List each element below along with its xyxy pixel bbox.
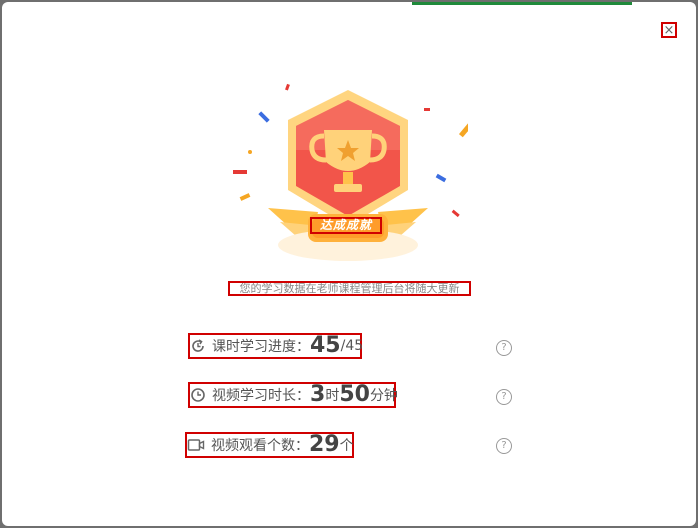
stat-value: 45 (310, 333, 341, 358)
stat-label: 视频学习时长： (212, 388, 310, 404)
video-icon (187, 436, 205, 454)
trophy-badge-icon (233, 83, 468, 261)
stat-row-video-duration: 视频学习时长： 3 时 50 分钟 (188, 382, 398, 408)
progress-icon (190, 337, 206, 355)
help-icon[interactable]: ? (496, 340, 512, 356)
close-icon: × (663, 22, 675, 38)
help-icon[interactable]: ? (496, 438, 512, 454)
stat-hours: 3 (310, 382, 326, 407)
close-button[interactable]: × (661, 22, 677, 38)
help-icon[interactable]: ? (496, 389, 512, 405)
achievement-badge-label: 达成成就 (310, 217, 382, 234)
stat-minutes: 50 (339, 382, 370, 407)
stat-row-video-count: 视频观看个数： 29 个 (185, 432, 354, 458)
stat-minutes-unit: 分钟 (369, 388, 398, 404)
top-accent-bar (412, 2, 632, 5)
clock-icon (190, 386, 206, 404)
stat-value: 29 (309, 432, 340, 457)
data-update-notice: 您的学习数据在老师课程管理后台将随大更新 (228, 281, 471, 296)
stat-label: 课时学习进度： (212, 339, 310, 355)
stat-label: 视频观看个数： (211, 438, 309, 454)
stat-suffix: 个 (339, 438, 354, 454)
stat-hours-unit: 时 (325, 388, 340, 404)
stat-suffix: /45 (340, 338, 364, 354)
stat-row-lesson-progress: 课时学习进度： 45 /45 (188, 333, 364, 359)
achievement-dialog: × 达成成就 您的学习数据在老师课程管理后台将随大更新 课时学习进度： 45 /… (2, 2, 696, 526)
